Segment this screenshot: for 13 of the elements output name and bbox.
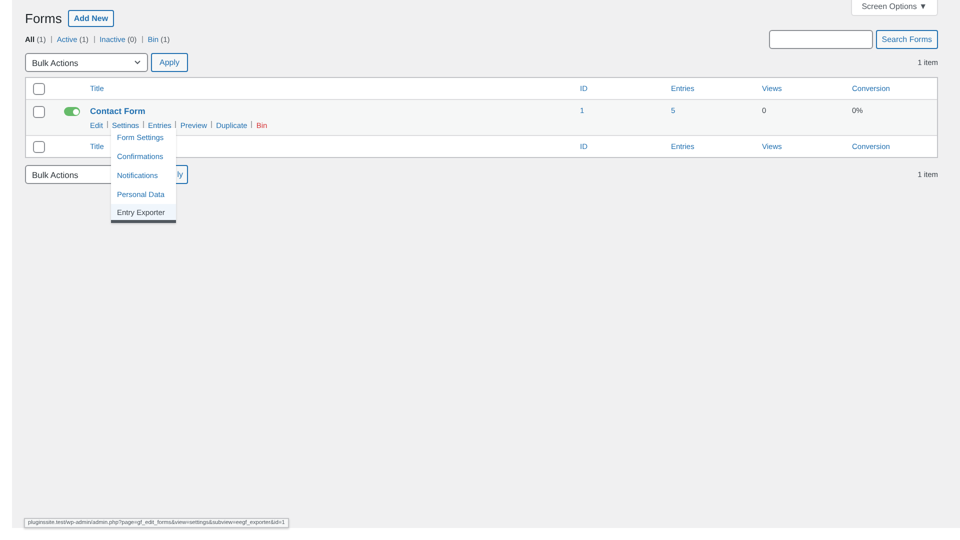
add-new-button[interactable]: Add New <box>68 10 114 27</box>
toggle-switch[interactable] <box>64 107 80 116</box>
form-title-link[interactable]: Contact Form <box>90 106 580 116</box>
search-button[interactable]: Search Forms <box>876 30 938 49</box>
page-title: Forms <box>25 11 62 26</box>
row-checkbox[interactable] <box>33 106 45 118</box>
screen-options-button[interactable]: Screen Options ▼ <box>850 0 938 16</box>
apply-button[interactable]: Apply <box>151 53 188 72</box>
select-all-checkbox[interactable] <box>33 82 45 94</box>
bulk-actions-select[interactable]: Bulk Actions <box>25 53 148 72</box>
chevron-down-icon <box>134 60 141 65</box>
select-all-checkbox[interactable] <box>33 140 45 152</box>
search-field[interactable] <box>768 30 873 49</box>
